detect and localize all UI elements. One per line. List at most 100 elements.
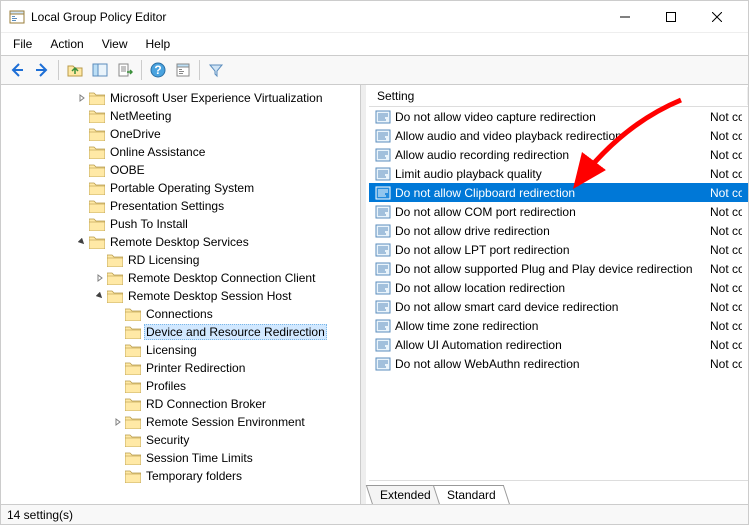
column-setting[interactable]: Setting (369, 87, 748, 105)
tree-item[interactable]: NetMeeting (1, 107, 360, 125)
setting-row[interactable]: Allow audio and video playback redirecti… (369, 126, 748, 145)
tree-item[interactable]: Security (1, 431, 360, 449)
tree-item[interactable]: Temporary folders (1, 467, 360, 485)
setting-row[interactable]: Do not allow drive redirectionNot config… (369, 221, 748, 240)
filter-button[interactable] (204, 58, 228, 82)
tree-item-label: Session Time Limits (144, 451, 255, 465)
minimize-icon (620, 12, 630, 22)
tree-item[interactable]: Remote Session Environment (1, 413, 360, 431)
show-hide-tree-icon (92, 62, 108, 78)
up-folder-icon (67, 62, 83, 78)
maximize-icon (666, 12, 676, 22)
tree-item[interactable]: Profiles (1, 377, 360, 395)
setting-row[interactable]: Allow audio recording redirectionNot con… (369, 145, 748, 164)
setting-state: Not configured (702, 224, 742, 238)
tree-item[interactable]: Remote Desktop Session Host (1, 287, 360, 305)
tree-item[interactable]: Remote Desktop Connection Client (1, 269, 360, 287)
tree-item[interactable]: Portable Operating System (1, 179, 360, 197)
setting-state: Not configured (702, 167, 742, 181)
setting-name: Do not allow smart card device redirecti… (395, 300, 702, 314)
properties-button[interactable] (171, 58, 195, 82)
splitter[interactable] (361, 85, 366, 504)
setting-row[interactable]: Do not allow COM port redirectionNot con… (369, 202, 748, 221)
tree-item-label: Licensing (144, 343, 199, 357)
tree-item[interactable]: Online Assistance (1, 143, 360, 161)
setting-row[interactable]: Do not allow smart card device redirecti… (369, 297, 748, 316)
setting-name: Do not allow supported Plug and Play dev… (395, 262, 702, 276)
setting-state: Not configured (702, 110, 742, 124)
tree-item[interactable]: OOBE (1, 161, 360, 179)
tree-item-label: NetMeeting (108, 109, 173, 123)
menubar: File Action View Help (1, 33, 748, 55)
setting-row[interactable]: Do not allow video capture redirectionNo… (369, 107, 748, 126)
menu-help[interactable]: Help (138, 35, 179, 53)
tree-item-label: OneDrive (108, 127, 163, 141)
tree-item[interactable]: Licensing (1, 341, 360, 359)
help-button[interactable]: ? (146, 58, 170, 82)
tree-item-label: Printer Redirection (144, 361, 247, 375)
tree-item-label: Connections (144, 307, 215, 321)
export-list-button[interactable] (113, 58, 137, 82)
content-area: Microsoft User Experience Virtualization… (1, 85, 748, 504)
menu-file[interactable]: File (5, 35, 40, 53)
svg-text:?: ? (154, 63, 161, 77)
close-button[interactable] (694, 1, 740, 33)
tree-item-label: Remote Session Environment (144, 415, 307, 429)
expand-icon[interactable] (75, 91, 89, 105)
tree-item[interactable]: Remote Desktop Services (1, 233, 360, 251)
collapse-icon[interactable] (75, 235, 89, 249)
details-pane: Setting Do not allow video capture redir… (368, 85, 748, 504)
setting-row[interactable]: Do not allow LPT port redirectionNot con… (369, 240, 748, 259)
tree-item[interactable]: Printer Redirection (1, 359, 360, 377)
menu-view[interactable]: View (94, 35, 136, 53)
expand-icon[interactable] (93, 271, 107, 285)
filter-icon (208, 62, 224, 78)
minimize-button[interactable] (602, 1, 648, 33)
close-icon (712, 12, 722, 22)
tree-item[interactable]: Push To Install (1, 215, 360, 233)
up-button[interactable] (63, 58, 87, 82)
show-hide-tree-button[interactable] (88, 58, 112, 82)
tree-item[interactable]: Connections (1, 305, 360, 323)
expand-icon[interactable] (111, 415, 125, 429)
tree-item-label: Microsoft User Experience Virtualization (108, 91, 325, 105)
setting-name: Do not allow drive redirection (395, 224, 702, 238)
tree-item[interactable]: Microsoft User Experience Virtualization (1, 89, 360, 107)
tree-item[interactable]: Device and Resource Redirection (1, 323, 360, 341)
setting-state: Not configured (702, 186, 742, 200)
setting-name: Do not allow COM port redirection (395, 205, 702, 219)
tree-item[interactable]: RD Connection Broker (1, 395, 360, 413)
tree-item[interactable]: Presentation Settings (1, 197, 360, 215)
settings-list[interactable]: Do not allow video capture redirectionNo… (369, 107, 748, 480)
setting-row[interactable]: Do not allow supported Plug and Play dev… (369, 259, 748, 278)
setting-name: Do not allow WebAuthn redirection (395, 357, 702, 371)
back-button[interactable] (5, 58, 29, 82)
toolbar: ? (1, 55, 748, 85)
tree-item-label: OOBE (108, 163, 147, 177)
tabs-row: Extended Standard (369, 480, 748, 504)
tree-item-label: Online Assistance (108, 145, 207, 159)
back-arrow-icon (9, 62, 25, 78)
app-icon (9, 9, 25, 25)
setting-row[interactable]: Allow time zone redirectionNot configure… (369, 316, 748, 335)
tree-item-label: Security (144, 433, 191, 447)
setting-state: Not configured (702, 281, 742, 295)
forward-button[interactable] (30, 58, 54, 82)
setting-row[interactable]: Do not allow location redirectionNot con… (369, 278, 748, 297)
menu-action[interactable]: Action (42, 35, 91, 53)
forward-arrow-icon (34, 62, 50, 78)
setting-row[interactable]: Do not allow WebAuthn redirectionNot con… (369, 354, 748, 373)
tab-standard[interactable]: Standard (432, 485, 509, 504)
tree-pane[interactable]: Microsoft User Experience Virtualization… (1, 85, 361, 504)
tree-item-label: Device and Resource Redirection (144, 324, 327, 340)
maximize-button[interactable] (648, 1, 694, 33)
tree-item[interactable]: RD Licensing (1, 251, 360, 269)
collapse-icon[interactable] (93, 289, 107, 303)
tree-item[interactable]: Session Time Limits (1, 449, 360, 467)
tree-item[interactable]: OneDrive (1, 125, 360, 143)
setting-row[interactable]: Allow UI Automation redirectionNot confi… (369, 335, 748, 354)
tree-item-label: Profiles (144, 379, 188, 393)
setting-row[interactable]: Limit audio playback qualityNot configur… (369, 164, 748, 183)
setting-row[interactable]: Do not allow Clipboard redirectionNot co… (369, 183, 748, 202)
setting-name: Do not allow location redirection (395, 281, 702, 295)
